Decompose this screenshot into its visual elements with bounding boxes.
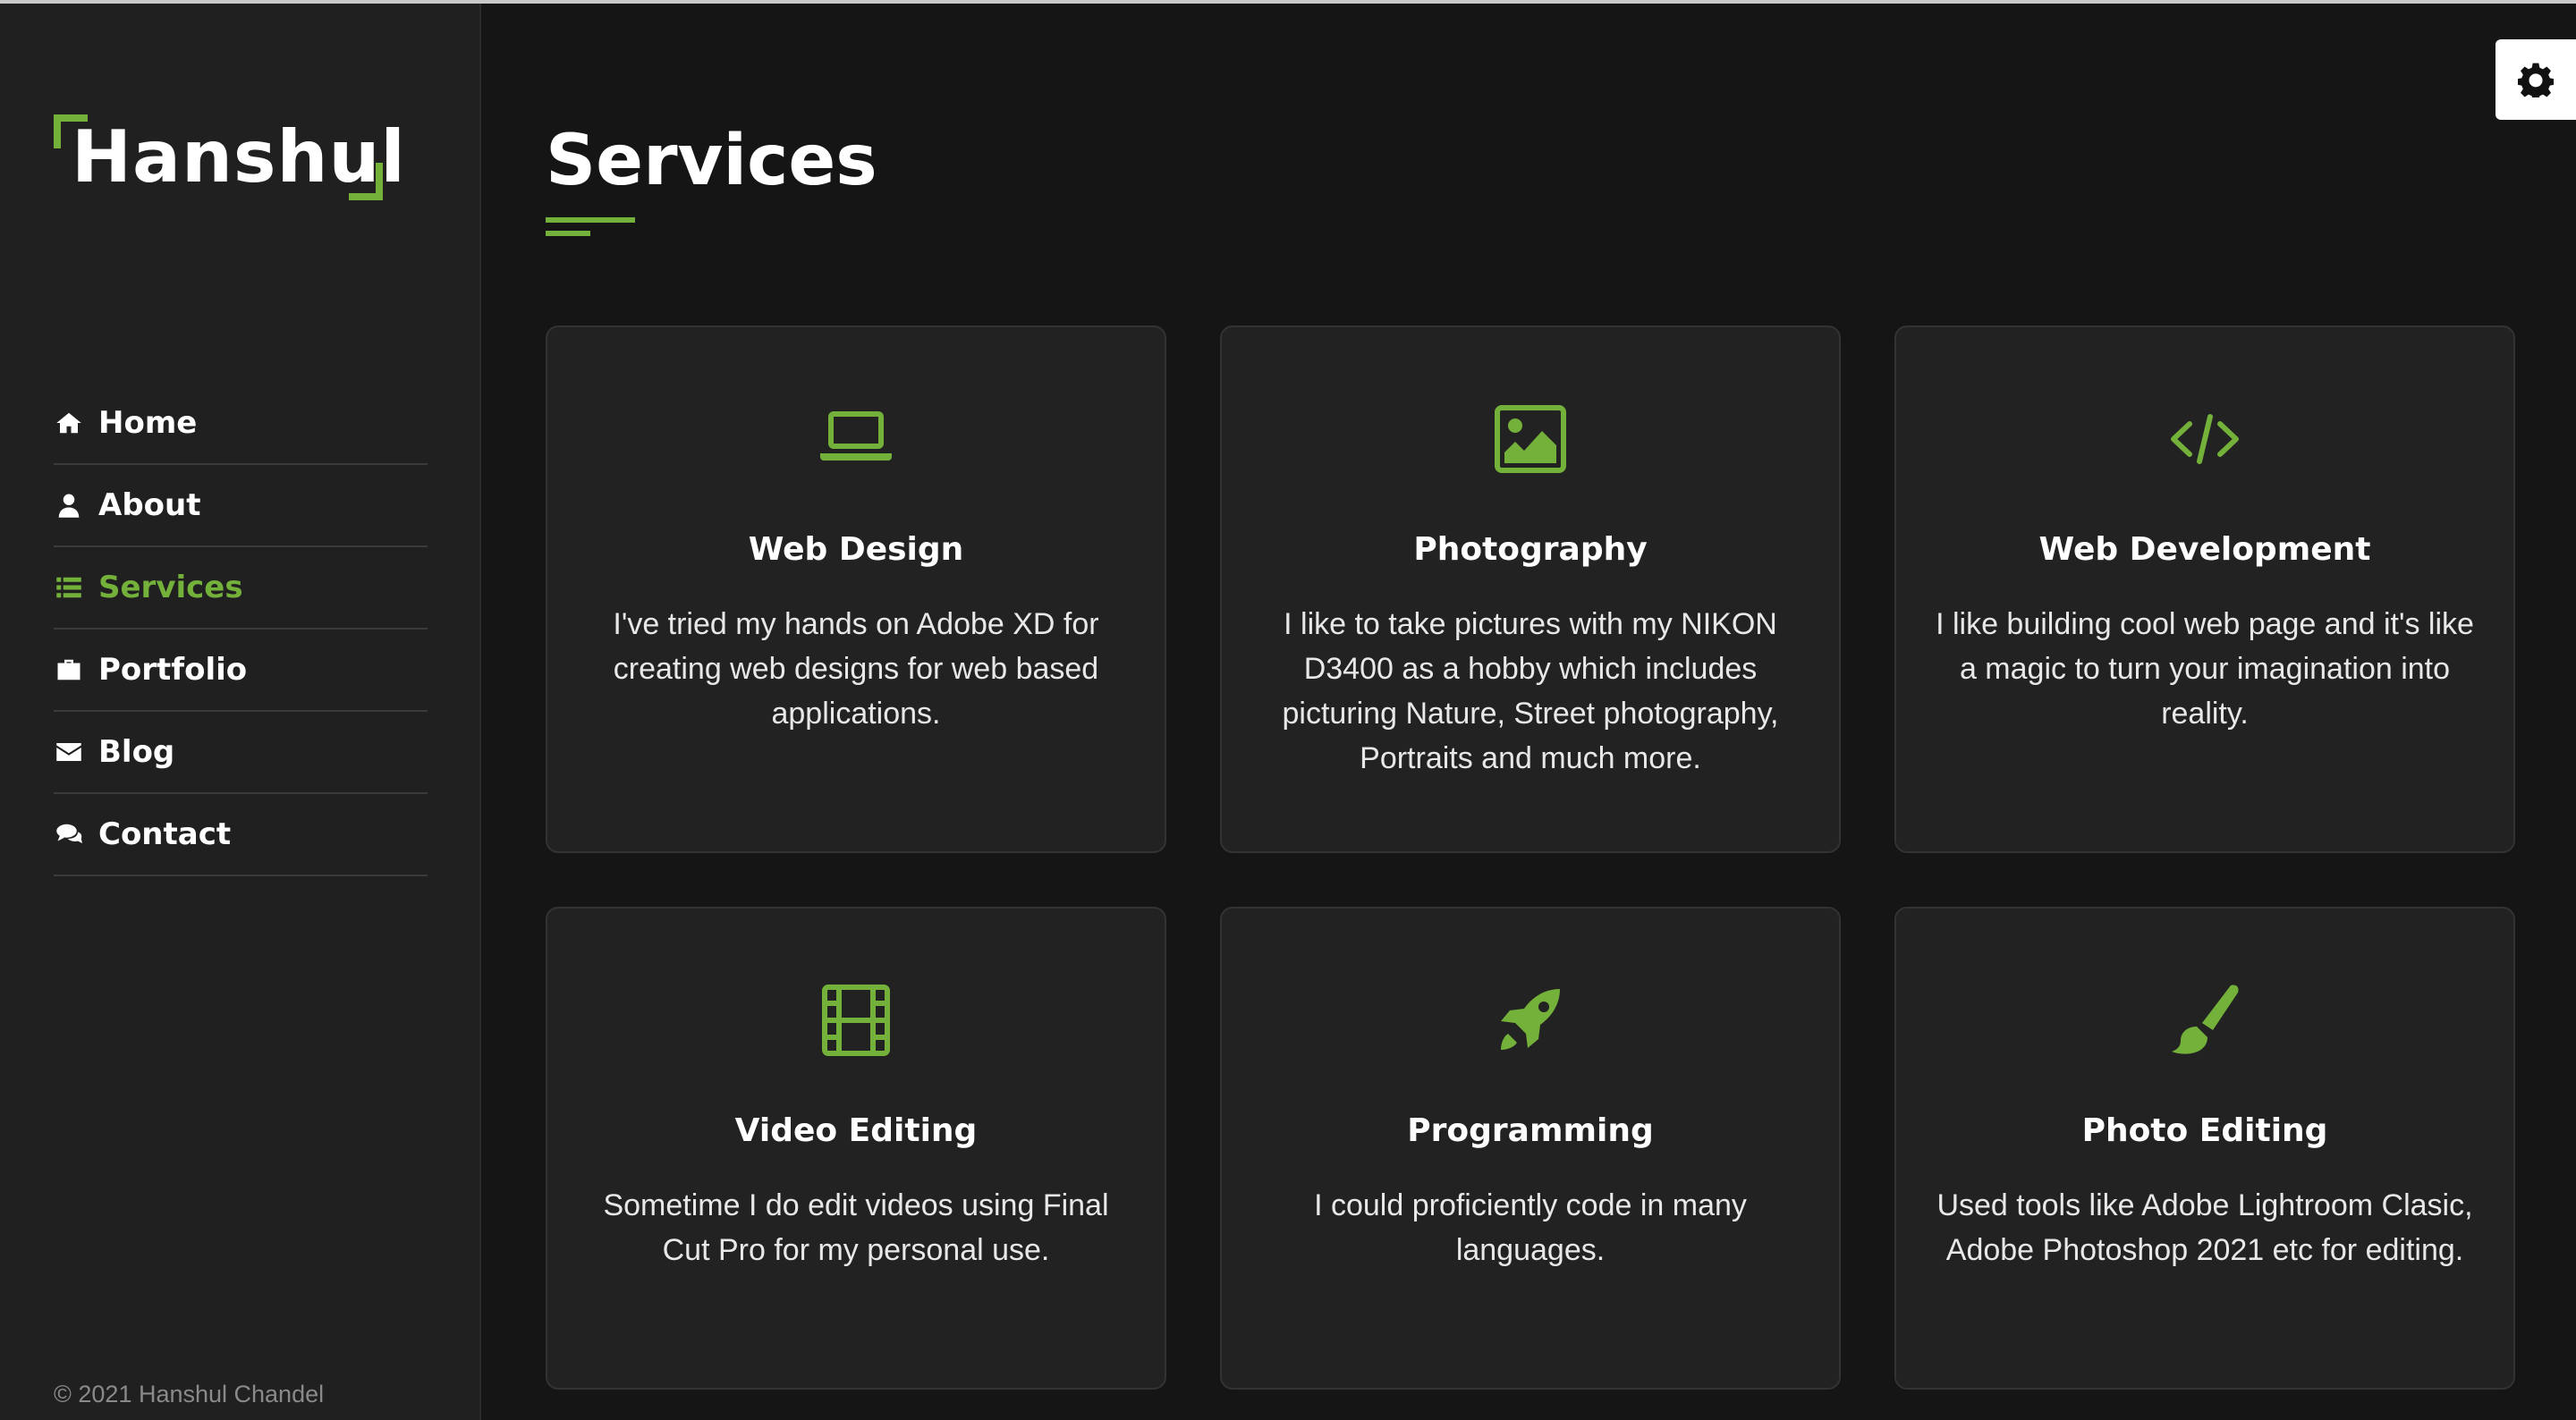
service-card-web-design: Web Design I've tried my hands on Adobe … bbox=[546, 325, 1166, 853]
comments-icon bbox=[54, 819, 84, 849]
service-card-photography: Photography I like to take pictures with… bbox=[1220, 325, 1841, 853]
service-title: Photo Editing bbox=[2081, 1112, 2328, 1149]
service-description: Used tools like Adobe Lightroom Clasic, … bbox=[1936, 1188, 2473, 1267]
briefcase-icon bbox=[54, 655, 84, 685]
sidebar-item-contact[interactable]: Contact bbox=[54, 794, 428, 876]
logo[interactable]: Hanshul bbox=[54, 109, 405, 207]
gear-icon bbox=[2518, 63, 2554, 97]
rocket-icon bbox=[1490, 980, 1571, 1061]
service-description: Sometime I do edit videos using Final Cu… bbox=[603, 1188, 1109, 1267]
film-icon bbox=[816, 980, 896, 1061]
sidebar-item-about[interactable]: About bbox=[54, 465, 428, 547]
service-card-programming: Programming I could proficiently code in… bbox=[1220, 907, 1841, 1390]
list-icon bbox=[54, 572, 84, 603]
page-title: Services bbox=[546, 121, 877, 201]
envelope-icon bbox=[54, 737, 84, 767]
sidebar-item-label: Blog bbox=[98, 734, 175, 770]
paint-brush-icon bbox=[2165, 980, 2245, 1061]
user-icon bbox=[54, 490, 84, 520]
sidebar-item-blog[interactable]: Blog bbox=[54, 712, 428, 794]
service-card-video-editing: Video Editing Sometime I do edit videos … bbox=[546, 907, 1166, 1390]
service-card-web-development: Web Development I like building cool web… bbox=[1894, 325, 2515, 853]
sidebar-item-label: Services bbox=[98, 570, 243, 605]
service-card-photo-editing: Photo Editing Used tools like Adobe Ligh… bbox=[1894, 907, 2515, 1390]
sidebar-item-home[interactable]: Home bbox=[54, 383, 428, 465]
service-description: I like to take pictures with my NIKON D3… bbox=[1282, 607, 1779, 775]
sidebar-item-services[interactable]: Services bbox=[54, 547, 428, 630]
sidebar-item-label: Contact bbox=[98, 816, 232, 852]
settings-button[interactable] bbox=[2496, 39, 2576, 120]
service-title: Photography bbox=[1413, 531, 1648, 568]
copyright-text: © 2021 Hanshul Chandel bbox=[54, 1381, 325, 1407]
sidebar-item-label: Portfolio bbox=[98, 652, 248, 688]
image-icon bbox=[1490, 399, 1571, 479]
service-title: Web Design bbox=[748, 531, 964, 568]
sidebar-item-label: Home bbox=[98, 405, 198, 441]
title-underline bbox=[546, 217, 635, 223]
service-description: I could proficiently code in many langua… bbox=[1314, 1188, 1747, 1267]
sidebar-item-portfolio[interactable]: Portfolio bbox=[54, 630, 428, 712]
sidebar-item-label: About bbox=[98, 487, 201, 523]
sidebar: Hanshul Home About Services Portfolio Bl… bbox=[0, 4, 481, 1420]
laptop-icon bbox=[816, 399, 896, 479]
services-grid: Web Design I've tried my hands on Adobe … bbox=[546, 325, 2515, 1390]
service-title: Video Editing bbox=[734, 1112, 978, 1149]
service-title: Web Development bbox=[2038, 531, 2371, 568]
sidebar-nav: Home About Services Portfolio Blog Conta… bbox=[54, 383, 428, 876]
code-icon bbox=[2165, 399, 2245, 479]
logo-bracket-bottom-right bbox=[349, 163, 383, 200]
service-description: I've tried my hands on Adobe XD for crea… bbox=[613, 607, 1099, 731]
service-description: I like building cool web page and it's l… bbox=[1936, 607, 2474, 731]
service-title: Programming bbox=[1407, 1112, 1654, 1149]
title-underline-short bbox=[546, 231, 590, 236]
home-icon bbox=[54, 408, 84, 438]
